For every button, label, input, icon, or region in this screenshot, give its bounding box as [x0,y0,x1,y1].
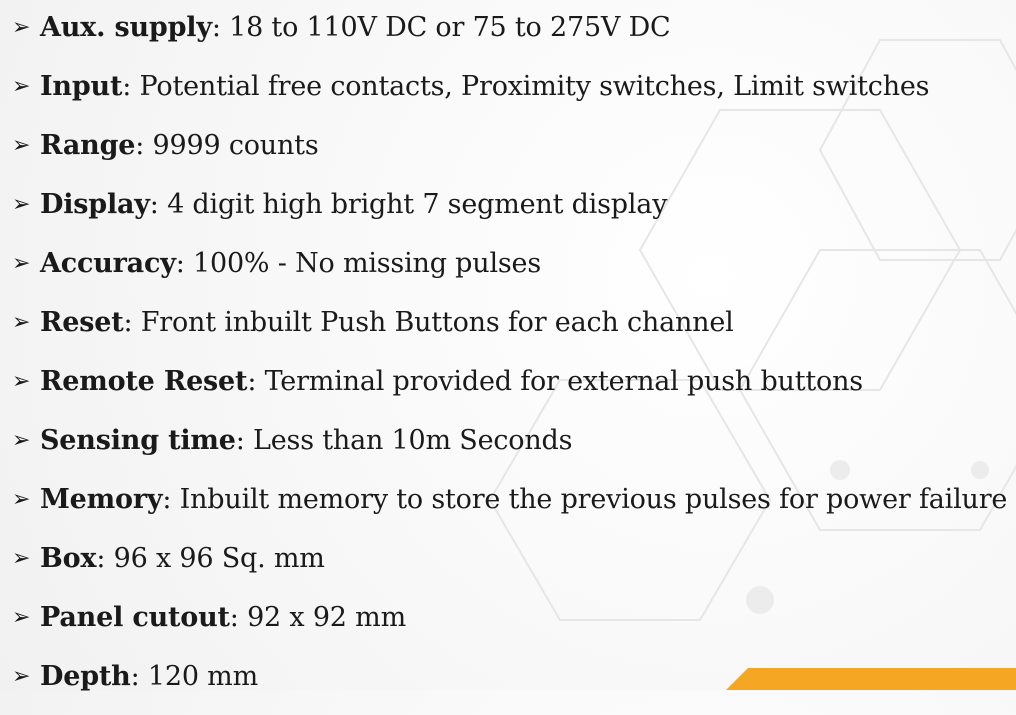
spec-label: Display [40,189,150,220]
spec-label: Box [40,543,97,574]
spec-value: : 92 x 92 mm [229,602,406,633]
arrow-bullet-icon: ➢ [12,310,31,335]
spec-label: Memory [40,484,163,515]
arrow-bullet-icon: ➢ [12,664,31,689]
spec-value: : Terminal provided for external push bu… [247,366,863,397]
spec-item-aux-supply: ➢ Aux. supply: 18 to 110V DC or 75 to 275… [12,7,1007,66]
spec-label: Input [40,71,123,102]
spec-label: Aux. supply [40,12,212,43]
spec-label: Panel cutout [40,602,230,633]
arrow-bullet-icon: ➢ [12,428,31,453]
spec-value: : 4 digit high bright 7 segment display [149,189,668,220]
spec-value: : 96 x 96 Sq. mm [96,543,325,574]
spec-item-panel-cutout: ➢ Panel cutout: 92 x 92 mm [12,597,1007,656]
spec-value: : 9999 counts [135,130,319,161]
spec-label: Sensing time [40,425,236,456]
spec-value: : Potential free contacts, Proximity swi… [122,71,930,102]
arrow-bullet-icon: ➢ [12,605,31,630]
spec-item-sensing-time: ➢ Sensing time: Less than 10m Seconds [12,420,1007,479]
arrow-bullet-icon: ➢ [12,546,31,571]
spec-value: : 120 mm [130,661,259,692]
arrow-bullet-icon: ➢ [12,369,31,394]
arrow-bullet-icon: ➢ [12,74,31,99]
spec-value: : 18 to 110V DC or 75 to 275V DC [211,12,671,43]
spec-item-memory: ➢ Memory: Inbuilt memory to store the pre… [12,479,1007,538]
spec-value: : Front inbuilt Push Buttons for each ch… [123,307,734,338]
spec-item-accuracy: ➢ Accuracy: 100% - No missing pulses [12,243,1007,302]
arrow-bullet-icon: ➢ [12,251,31,276]
spec-item-box: ➢ Box: 96 x 96 Sq. mm [12,538,1007,597]
spec-label: Range [40,130,136,161]
spec-item-input: ➢ Input: Potential free contacts, Proximi… [12,66,1007,125]
accent-bar [726,668,1016,690]
spec-item-reset: ➢ Reset: Front inbuilt Push Buttons for e… [12,302,1007,361]
spec-value: : Inbuilt memory to store the previous p… [162,484,1008,515]
spec-label: Depth [40,661,131,692]
arrow-bullet-icon: ➢ [12,487,31,512]
arrow-bullet-icon: ➢ [12,15,31,40]
spec-item-remote-reset: ➢ Remote Reset: Terminal provided for ext… [12,361,1007,420]
spec-value: : Less than 10m Seconds [235,425,573,456]
arrow-bullet-icon: ➢ [12,192,31,217]
spec-label: Reset [40,307,124,338]
spec-value: : 100% - No missing pulses [175,248,541,279]
spec-item-display: ➢ Display: 4 digit high bright 7 segment … [12,184,1007,243]
spec-list: ➢ Aux. supply: 18 to 110V DC or 75 to 275… [12,7,1007,715]
arrow-bullet-icon: ➢ [12,133,31,158]
spec-label: Accuracy [40,248,176,279]
spec-item-range: ➢ Range: 9999 counts [12,125,1007,184]
spec-label: Remote Reset [40,366,248,397]
